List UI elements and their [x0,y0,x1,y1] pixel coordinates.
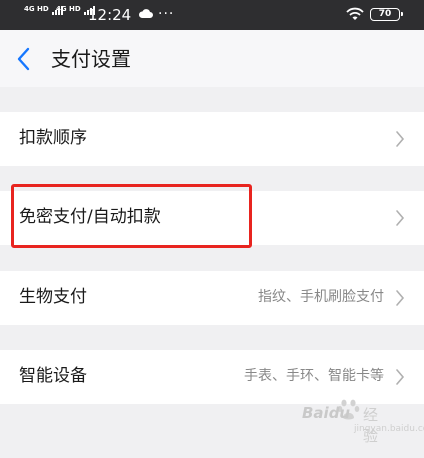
back-arrow-icon[interactable] [16,47,30,71]
settings-item-label: 智能设备 [19,366,87,386]
chevron-right-icon [396,369,405,385]
chevron-right-icon [396,290,405,306]
page-title: 支付设置 [51,47,131,71]
signal-label: 4G HD [24,5,49,13]
watermark-brand: Baidu [302,404,351,422]
header: 支付设置 [0,30,424,87]
settings-item-deduction-order[interactable]: 扣款顺序 [0,112,424,166]
chevron-right-icon [396,131,405,147]
settings-item-value: 指纹、手机刷脸支付 [258,289,384,305]
settings-item-biometric-payment[interactable]: 生物支付 指纹、手机刷脸支付 [0,271,424,325]
highlight-annotation-box [11,184,252,248]
status-bar: 4G HD 4G HD 12:24 ··· 70 [0,0,424,30]
wifi-icon [346,7,364,20]
cloud-icon [138,9,153,18]
settings-item-value: 手表、手环、智能卡等 [244,368,384,384]
watermark-url: jingyan.baidu.com [354,424,424,434]
clock: 12:24 [88,6,132,24]
settings-item-label: 扣款顺序 [19,128,87,148]
signal-label: 4G HD [56,5,81,13]
settings-item-label: 生物支付 [19,287,87,307]
more-notifications-icon: ··· [158,6,175,22]
chevron-right-icon [396,210,405,226]
battery-icon: 70 [370,8,403,21]
